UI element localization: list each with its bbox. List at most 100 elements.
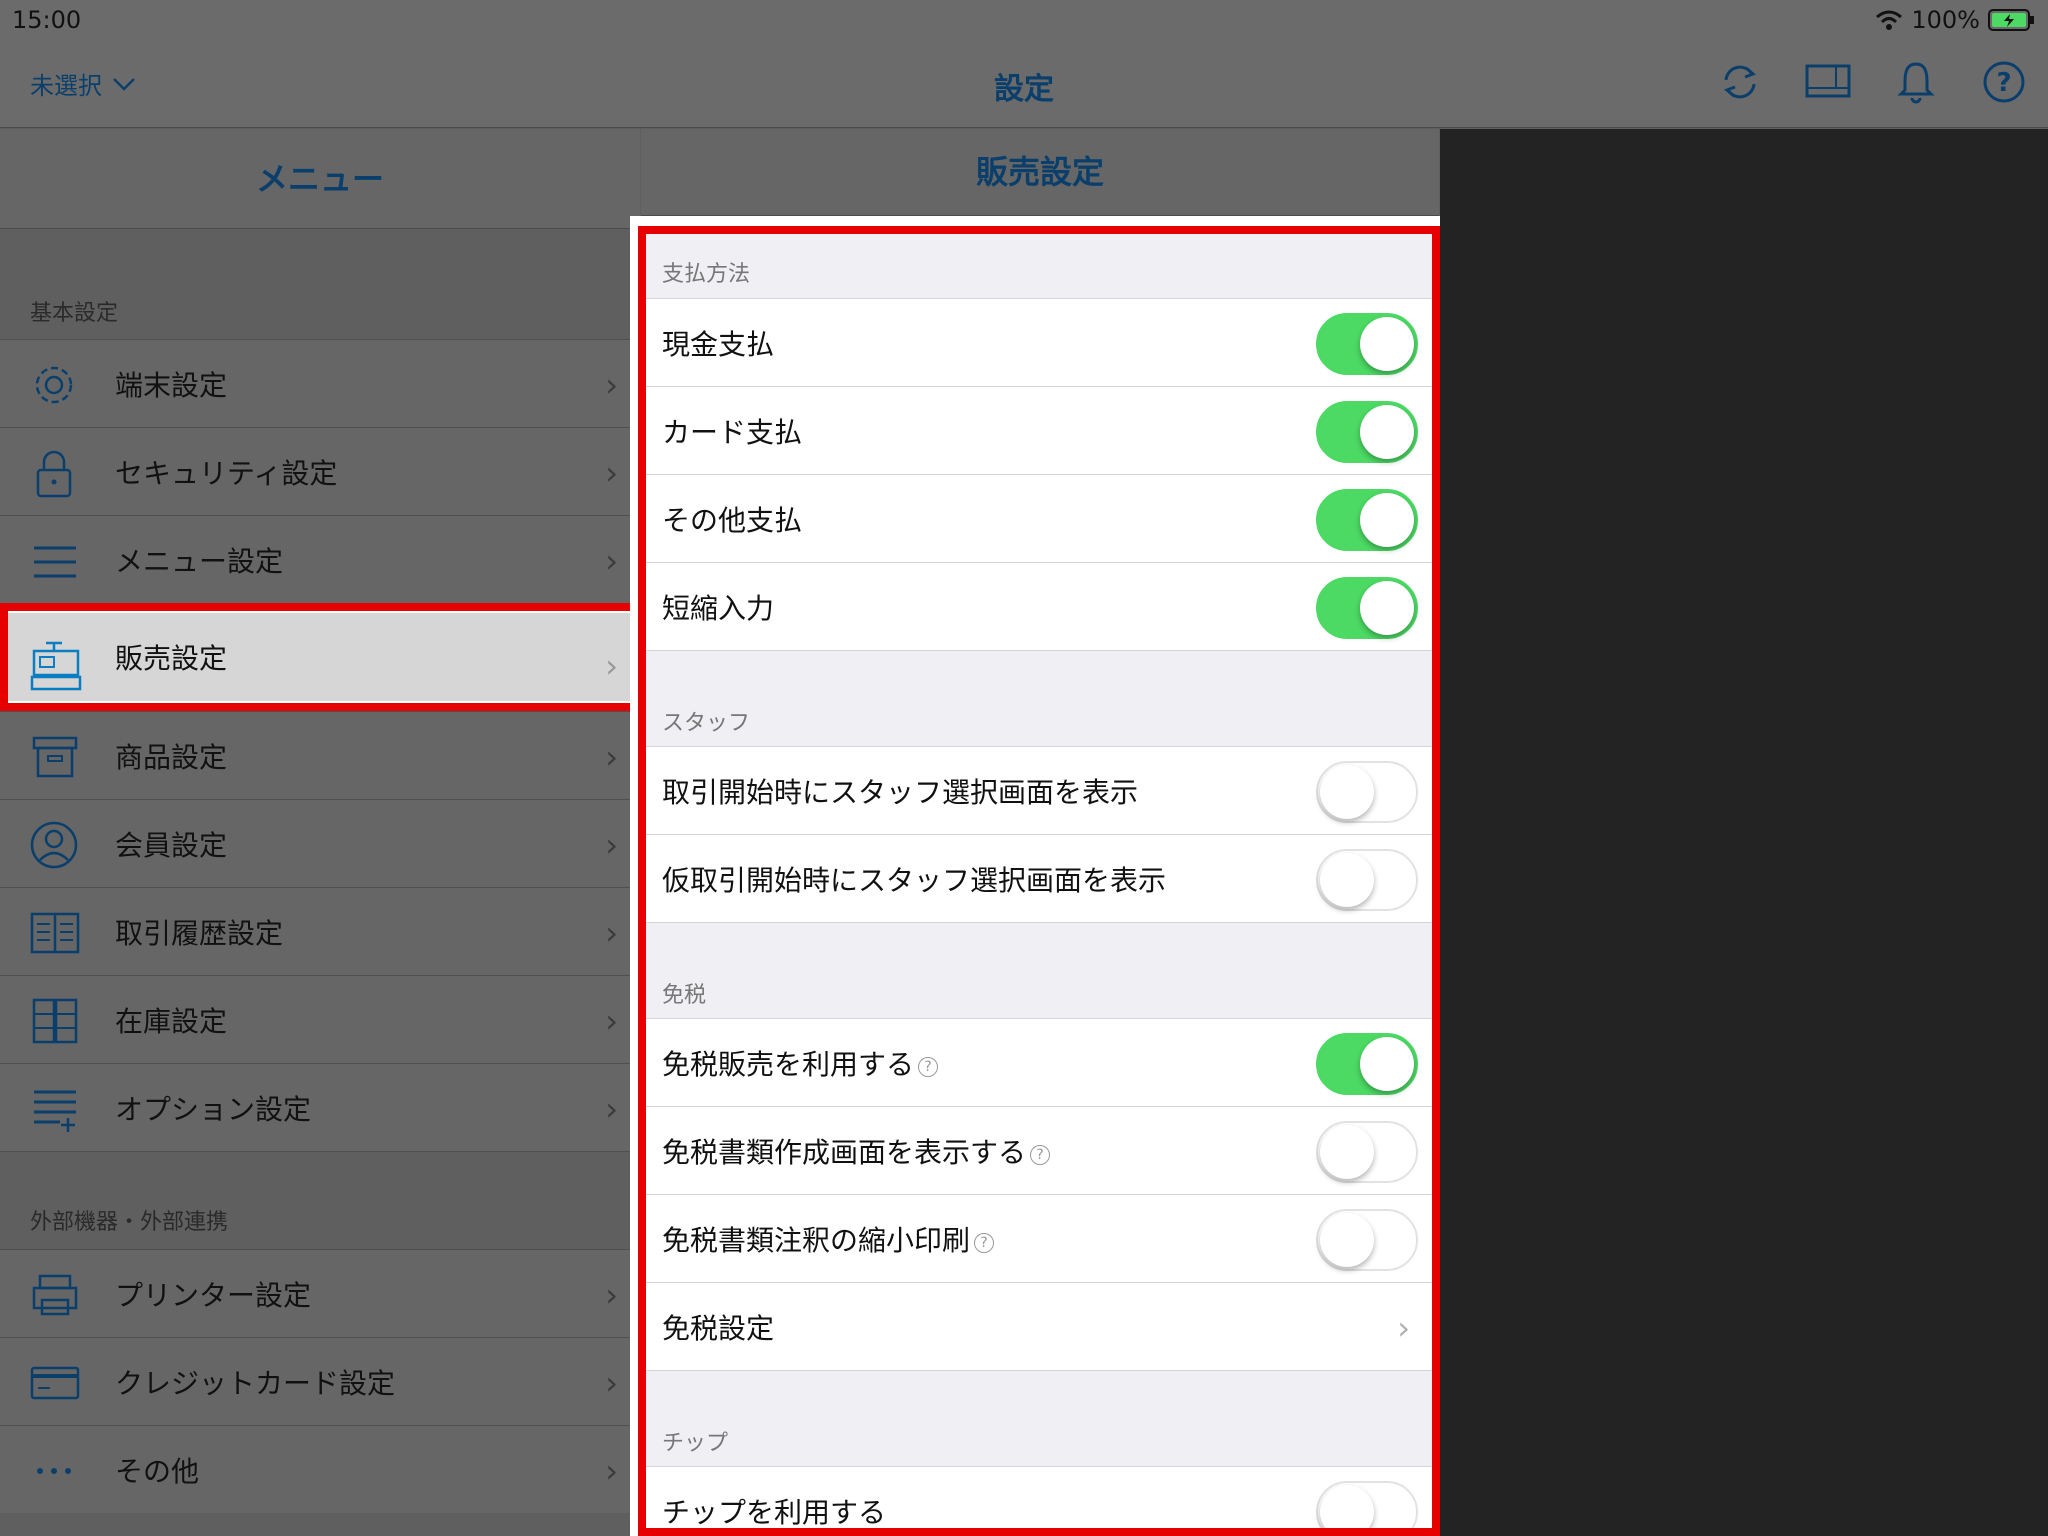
setting-row-tip: チップを利用する — [646, 1466, 1432, 1529]
setting-label: カード支払 — [662, 415, 803, 449]
setting-label: 現金支払 — [662, 327, 775, 361]
menu-item-history[interactable]: 取引履歴設定 › — [0, 887, 640, 975]
setting-row-cash: 現金支払 — [646, 298, 1432, 386]
toggle-knob — [1360, 1037, 1414, 1091]
sync-button[interactable] — [1716, 58, 1764, 106]
setting-row-staff-temp: 仮取引開始時にスタッフ選択画面を表示 — [646, 834, 1432, 922]
chevron-right-icon: › — [605, 454, 618, 492]
setting-row-tax-free-sales: 免税販売を利用する ? — [646, 1018, 1432, 1106]
chevron-right-icon: › — [605, 826, 618, 864]
quick-input-toggle[interactable] — [1316, 577, 1418, 639]
panel-header: 販売設定 — [641, 129, 1439, 216]
list-icon — [34, 546, 76, 578]
gear-icon — [35, 366, 73, 404]
setting-row-card: カード支払 — [646, 386, 1432, 474]
other-payment-toggle[interactable] — [1316, 489, 1418, 551]
toggle-knob — [1360, 405, 1414, 459]
chevron-right-icon: › — [605, 542, 618, 580]
sync-icon — [1724, 65, 1756, 99]
menu-item-printer[interactable]: プリンター設定 › — [0, 1249, 640, 1337]
section-label-external: 外部機器・外部連携 — [0, 1151, 640, 1249]
menu-item-member[interactable]: 会員設定 › — [0, 799, 640, 887]
staff-temp-toggle[interactable] — [1316, 849, 1418, 911]
help-button[interactable]: ? — [1980, 58, 2028, 106]
menu-item-sales[interactable]: 販売設定 › — [0, 603, 640, 711]
status-right: 100% — [1875, 6, 2036, 34]
menu-item-label: メニュー設定 — [115, 544, 284, 578]
menu-item-credit-card[interactable]: クレジットカード設定 › — [0, 1337, 640, 1425]
battery-percent: 100% — [1911, 6, 1980, 34]
nav-actions: ? — [1716, 58, 2028, 106]
printer-icon — [32, 1274, 78, 1316]
cash-toggle[interactable] — [1316, 313, 1418, 375]
menu-item-other[interactable]: その他 › — [0, 1425, 640, 1513]
bell-icon — [1897, 62, 1935, 104]
display-icon — [1805, 64, 1851, 98]
setting-label: その他支払 — [662, 503, 803, 537]
setting-label: 取引開始時にスタッフ選択画面を表示 — [662, 775, 1139, 809]
menu-item-label: 販売設定 — [115, 642, 228, 675]
svg-text:?: ? — [1996, 68, 2011, 98]
chevron-right-icon: › — [605, 1002, 618, 1040]
settings-menu: メニュー 基本設定 端末設定 › セキュリティ設定 › メニュー設定 › 販売設… — [0, 129, 640, 1536]
toggle-knob — [1320, 853, 1374, 907]
chevron-right-icon: › — [605, 1364, 618, 1402]
setting-label: 免税書類注釈の縮小印刷 — [662, 1223, 971, 1257]
setting-label: 短縮入力 — [662, 591, 775, 625]
menu-item-stock[interactable]: 在庫設定 › — [0, 975, 640, 1063]
chevron-right-icon: › — [605, 366, 618, 404]
notification-button[interactable] — [1892, 58, 1940, 106]
help-icon[interactable]: ? — [974, 1232, 995, 1253]
setting-label: チップを利用する — [662, 1495, 887, 1529]
menu-item-label: 商品設定 — [115, 740, 228, 774]
section-label-basic: 基本設定 — [30, 301, 119, 326]
menu-item-label: オプション設定 — [115, 1092, 312, 1126]
box-icon — [32, 736, 78, 778]
wifi-icon — [1876, 10, 1903, 30]
chevron-right-icon: › — [605, 914, 618, 952]
menu-item-device[interactable]: 端末設定 › — [0, 339, 640, 427]
menu-item-label: 取引履歴設定 — [115, 916, 284, 950]
setting-label: 免税設定 — [662, 1311, 775, 1345]
tax-free-sales-toggle[interactable] — [1316, 1033, 1418, 1095]
setting-label: 免税書類作成画面を表示する — [662, 1135, 1027, 1169]
menu-item-product[interactable]: 商品設定 › — [0, 711, 640, 799]
help-icon: ? — [1983, 61, 2025, 103]
sales-settings-list: 支払方法 現金支払 カード支払 その他支払 短縮入力 スタッフ 取引開始時にスタ… — [638, 226, 1440, 1536]
setting-label: 免税販売を利用する — [662, 1047, 915, 1081]
menu-item-label: 会員設定 — [115, 828, 228, 862]
chevron-right-icon: › — [605, 1090, 618, 1128]
menu-item-label: その他 — [115, 1454, 200, 1488]
menu-item-security[interactable]: セキュリティ設定 › — [0, 427, 640, 515]
group-label-tax-free: 免税 — [646, 922, 1432, 1018]
tax-free-print-toggle[interactable] — [1316, 1209, 1418, 1271]
toggle-knob — [1320, 1125, 1374, 1179]
list-plus-icon — [34, 1090, 76, 1132]
detail-area — [1440, 129, 2048, 1536]
tip-toggle[interactable] — [1316, 1481, 1418, 1528]
staff-start-toggle[interactable] — [1316, 761, 1418, 823]
display-button[interactable] — [1804, 58, 1852, 106]
setting-row-tax-free-settings[interactable]: 免税設定 › — [646, 1282, 1432, 1370]
menu-item-label: プリンター設定 — [115, 1278, 312, 1312]
menu-item-menu[interactable]: メニュー設定 › — [0, 515, 640, 603]
help-icon[interactable]: ? — [918, 1056, 939, 1077]
more-icon — [37, 1468, 71, 1474]
menu-item-option[interactable]: オプション設定 › — [0, 1063, 640, 1151]
help-icon[interactable]: ? — [1030, 1144, 1051, 1165]
lock-icon — [36, 450, 72, 498]
setting-row-staff-start: 取引開始時にスタッフ選択画面を表示 — [646, 746, 1432, 834]
chevron-right-icon: › — [1397, 1309, 1410, 1347]
toggle-knob — [1320, 1213, 1374, 1267]
menu-item-label: 在庫設定 — [115, 1004, 228, 1038]
setting-row-quick-input: 短縮入力 — [646, 562, 1432, 650]
status-bar: 15:00 100% — [0, 0, 2048, 40]
card-toggle[interactable] — [1316, 401, 1418, 463]
toggle-knob — [1360, 493, 1414, 547]
cabinet-icon — [32, 998, 78, 1044]
toggle-knob — [1360, 581, 1414, 635]
book-icon — [30, 912, 80, 954]
tax-free-doc-toggle[interactable] — [1316, 1121, 1418, 1183]
menu-item-label: 端末設定 — [115, 368, 228, 402]
battery-icon — [1988, 9, 2034, 31]
